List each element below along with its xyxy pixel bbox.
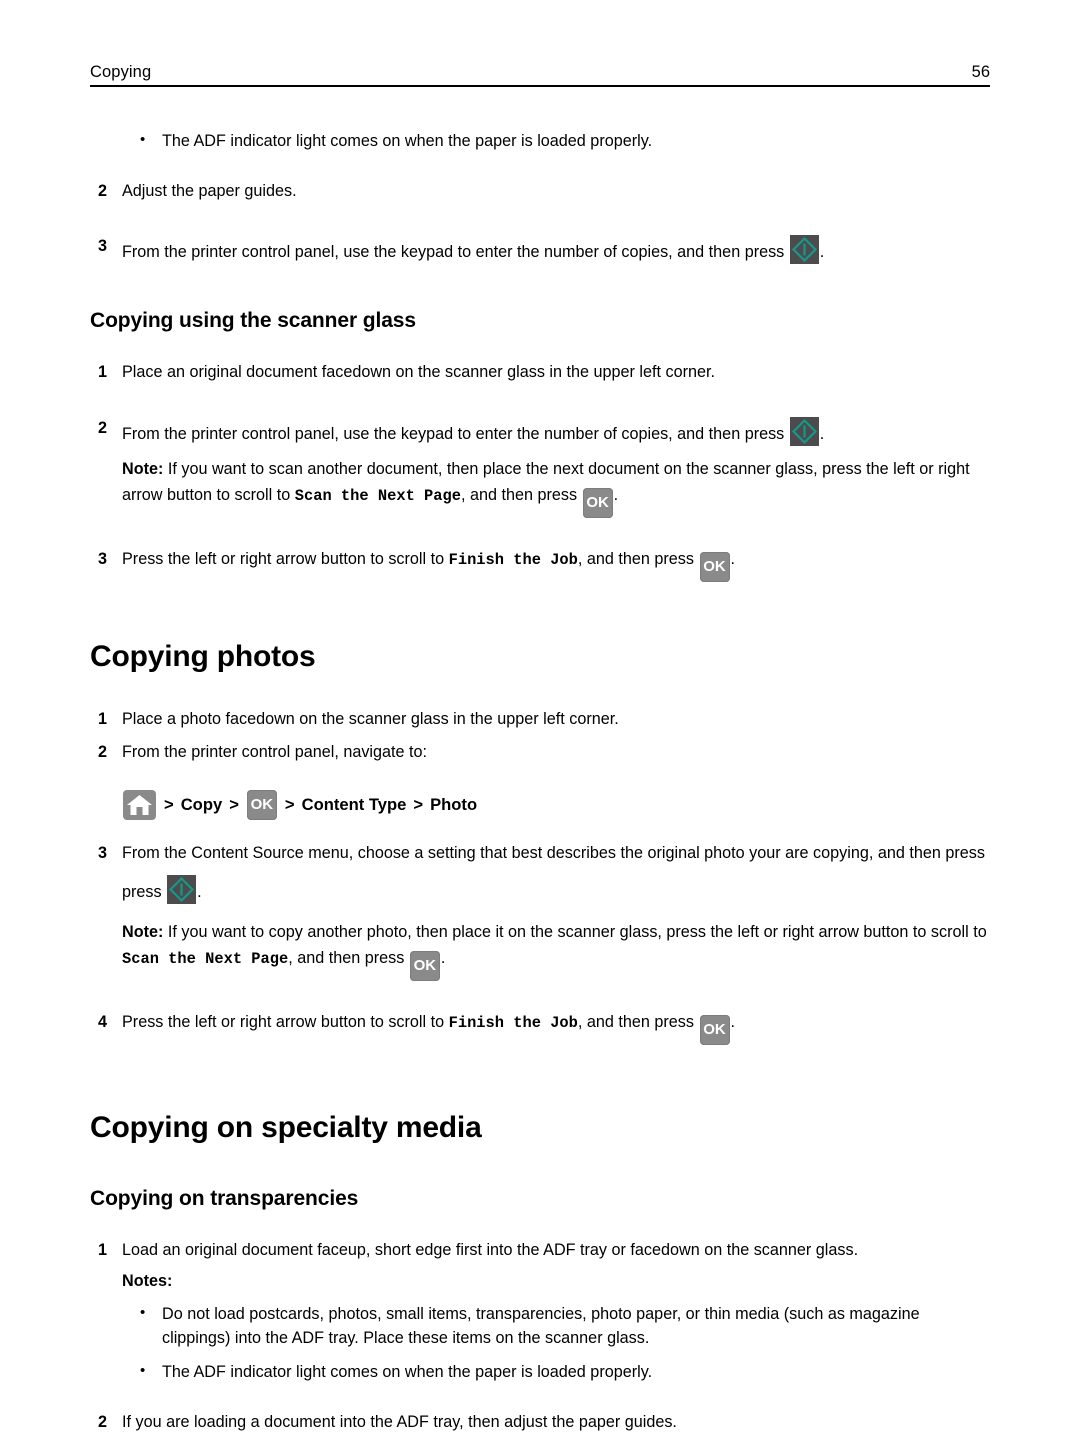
page-running-header: Copying 56 [90,62,990,88]
list-item: Do not load postcards, photos, small ite… [0,1302,1080,1351]
step-text: Place an original document facedown on t… [122,363,716,382]
heading-copying-using-scanner-glass: Copying using the scanner glass [90,308,416,332]
step-content-source-press-line: press . [0,874,1080,905]
step-text: Place a photo facedown on the scanner gl… [122,709,619,728]
note-label: Note: [122,459,164,478]
step-number: 3 [98,843,108,862]
menu-string-finish-the-job: Finish the Job [448,551,578,570]
menu-string-scan-next-page: Scan the Next Page [294,487,461,506]
step-number: 1 [98,363,108,382]
step-place-photo: 1 Place a photo facedown on the scanner … [0,708,1080,732]
step-number: 1 [98,709,108,728]
breadcrumb-separator: > [229,794,239,814]
bullet-text: Do not load postcards, photos, small ite… [162,1304,920,1347]
press-tail: . [197,882,202,901]
step-adjust-guides-adf: 2 If you are loading a document into the… [0,1411,1080,1435]
step-text: From the printer control panel, use the … [122,425,785,444]
step-text: From the printer control panel, use the … [122,242,785,261]
step-number: 1 [98,1240,108,1259]
step-load-original-document: 1 Load an original document faceup, shor… [0,1239,1080,1263]
ok-button-icon[interactable]: OK [246,789,277,820]
press-word: press [122,882,162,901]
step-number: 3 [98,550,108,569]
document-body: The ADF indicator light comes on when th… [0,129,1080,1451]
step-text-part3: . [730,550,736,569]
step-number: 2 [98,1412,108,1431]
ok-button-icon[interactable]: OK [699,552,730,583]
note-label: Note: [122,922,164,941]
step-text: If you are loading a document into the A… [122,1412,677,1431]
step-text: From the printer control panel, navigate… [122,742,428,761]
heading-copying-on-specialty-media: Copying on specialty media [90,1111,482,1145]
start-button-icon[interactable] [789,417,819,447]
step-text-tail: . [819,242,825,261]
step-place-original-document: 1 Place an original document facedown on… [0,361,1080,385]
list-item: The ADF indicator light comes on when th… [0,1360,1080,1385]
step-enter-copies-scanner: 2 From the printer control panel, use th… [0,417,1080,447]
step-finish-the-job-photos: 4 Press the left or right arrow button t… [0,1011,1080,1046]
step-text-part2: , and then press [577,550,694,569]
step-text-part3: . [730,1013,736,1032]
note-text-part3: . [613,486,619,505]
document-page: Copying 56 The ADF indicator light comes… [0,0,1080,1431]
step-number: 4 [98,1013,108,1032]
step-adjust-paper-guides: 2 Adjust the paper guides. [0,180,1080,204]
step-navigate-to: 2 From the printer control panel, naviga… [0,741,1080,765]
breadcrumb-item-copy[interactable]: Copy [181,795,222,815]
list-item: The ADF indicator light comes on when th… [0,129,1080,154]
step-enter-copies: 3 From the printer control panel, use th… [0,234,1080,265]
step-text: Adjust the paper guides. [122,181,297,200]
bullet-text: The ADF indicator light comes on when th… [162,1362,653,1381]
step-number: 2 [98,419,108,438]
ok-button-icon[interactable]: OK [582,488,613,519]
step-finish-the-job-scanner: 3 Press the left or right arrow button t… [0,548,1080,583]
note-text-part3: . [440,949,446,968]
notes-label: Notes: [122,1271,173,1290]
note-text-part2: , and then press [461,486,578,505]
start-button-icon[interactable] [789,234,819,264]
breadcrumb-item-content-type[interactable]: Content Type [302,795,407,815]
note-copy-another-photo: Note: If you want to copy another photo,… [0,919,1080,982]
heading-copying-photos: Copying photos [90,640,316,674]
step-text-part1: Press the left or right arrow button to … [122,550,445,569]
header-section-title: Copying [90,63,152,81]
step-number: 2 [98,742,108,761]
ok-button-icon[interactable]: OK [699,1015,730,1046]
start-button-icon[interactable] [167,874,197,904]
step-number: 2 [98,181,108,200]
step-text: From the Content Source menu, choose a s… [122,843,985,862]
home-icon[interactable] [123,789,156,820]
page-number: 56 [971,63,990,81]
note-scan-next-page: Note: If you want to scan another docume… [0,456,1080,519]
step-text-tail: . [819,425,825,444]
step-number: 3 [98,236,108,255]
menu-string-scan-next-page: Scan the Next Page [122,950,289,969]
header-rule [90,85,990,88]
step-text: Load an original document faceup, short … [122,1240,859,1259]
heading-copying-on-transparencies: Copying on transparencies [90,1186,359,1210]
step-text-part1: Press the left or right arrow button to … [122,1013,445,1032]
ok-button-icon[interactable]: OK [409,951,440,982]
breadcrumb: > Copy > OK > Content Type > Photo [0,789,1080,820]
note-text-part2: , and then press [288,949,405,968]
breadcrumb-separator: > [164,794,174,814]
menu-string-finish-the-job: Finish the Job [448,1014,578,1033]
breadcrumb-separator: > [284,794,295,814]
breadcrumb-separator: > [413,794,424,814]
note-text-part1: If you want to copy another photo, then … [167,922,987,941]
bullet-text: The ADF indicator light comes on when th… [162,132,653,150]
step-content-source: 3 From the Content Source menu, choose a… [0,842,1080,866]
step-text-part2: , and then press [577,1013,694,1032]
breadcrumb-item-photo[interactable]: Photo [430,795,477,815]
